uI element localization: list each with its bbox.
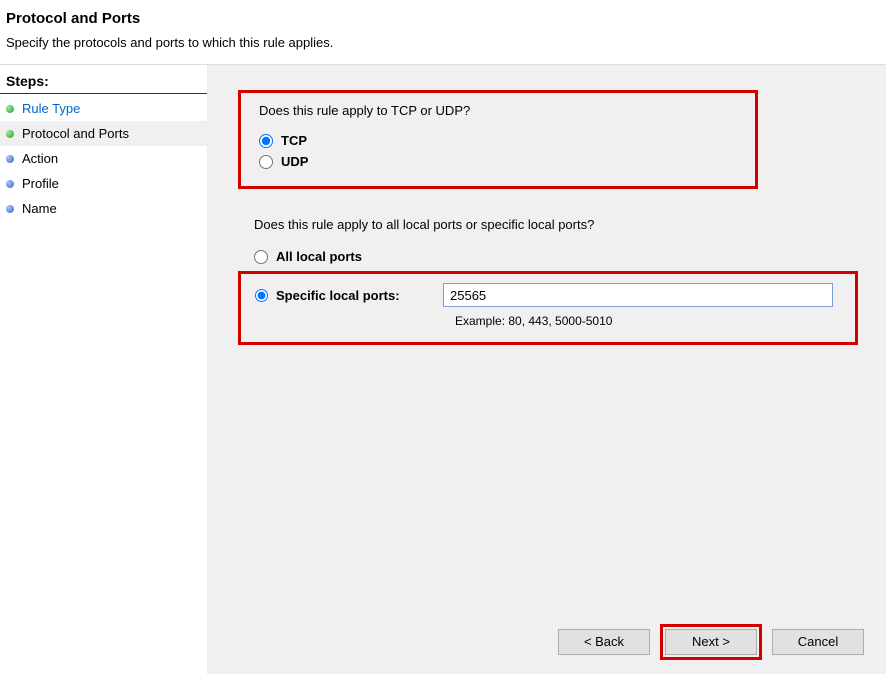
radio-tcp[interactable]: TCP [259, 130, 737, 151]
step-name[interactable]: Name [0, 196, 207, 221]
radio-udp-input[interactable] [259, 155, 273, 169]
ports-example: Example: 80, 443, 5000-5010 [455, 314, 841, 328]
bullet-icon [6, 130, 14, 138]
page-title: Protocol and Ports [6, 10, 880, 27]
step-action[interactable]: Action [0, 146, 207, 171]
bullet-icon [6, 105, 14, 113]
content: Steps: Rule Type Protocol and Ports Acti… [0, 64, 886, 674]
protocol-group-highlight: Does this rule apply to TCP or UDP? TCP … [238, 90, 758, 189]
ports-input[interactable] [443, 283, 833, 307]
bullet-icon [6, 180, 14, 188]
next-button-highlight: Next > [660, 624, 762, 660]
specific-ports-highlight: Specific local ports: Example: 80, 443, … [238, 271, 858, 345]
step-label: Profile [22, 176, 59, 191]
radio-specific-ports-row: Specific local ports: [255, 280, 841, 310]
page-description: Specify the protocols and ports to which… [6, 35, 880, 50]
header: Protocol and Ports Specify the protocols… [0, 0, 886, 64]
step-label: Action [22, 151, 58, 166]
protocol-question: Does this rule apply to TCP or UDP? [259, 103, 737, 118]
back-button[interactable]: < Back [558, 629, 650, 655]
bullet-icon [6, 155, 14, 163]
radio-tcp-label: TCP [281, 133, 307, 148]
step-label: Protocol and Ports [22, 126, 129, 141]
radio-specific-ports[interactable]: Specific local ports: [255, 288, 435, 303]
step-protocol-ports[interactable]: Protocol and Ports [0, 121, 207, 146]
radio-udp-label: UDP [281, 154, 308, 169]
sidebar-title: Steps: [0, 73, 207, 94]
main-panel: Does this rule apply to TCP or UDP? TCP … [207, 65, 886, 674]
radio-specific-ports-input[interactable] [255, 289, 268, 302]
radio-specific-ports-label: Specific local ports: [276, 288, 400, 303]
radio-tcp-input[interactable] [259, 134, 273, 148]
ports-group: Does this rule apply to all local ports … [238, 217, 858, 345]
button-bar: < Back Next > Cancel [558, 624, 864, 660]
radio-udp[interactable]: UDP [259, 151, 737, 172]
radio-all-ports-input[interactable] [254, 250, 268, 264]
step-label: Name [22, 201, 57, 216]
step-profile[interactable]: Profile [0, 171, 207, 196]
bullet-icon [6, 205, 14, 213]
steps-list: Rule Type Protocol and Ports Action Prof… [0, 96, 207, 221]
step-label: Rule Type [22, 101, 80, 116]
ports-question: Does this rule apply to all local ports … [254, 217, 858, 232]
next-button[interactable]: Next > [665, 629, 757, 655]
step-rule-type[interactable]: Rule Type [0, 96, 207, 121]
cancel-button[interactable]: Cancel [772, 629, 864, 655]
sidebar: Steps: Rule Type Protocol and Ports Acti… [0, 65, 207, 674]
radio-all-ports-label: All local ports [276, 249, 362, 264]
radio-all-ports[interactable]: All local ports [254, 246, 858, 267]
